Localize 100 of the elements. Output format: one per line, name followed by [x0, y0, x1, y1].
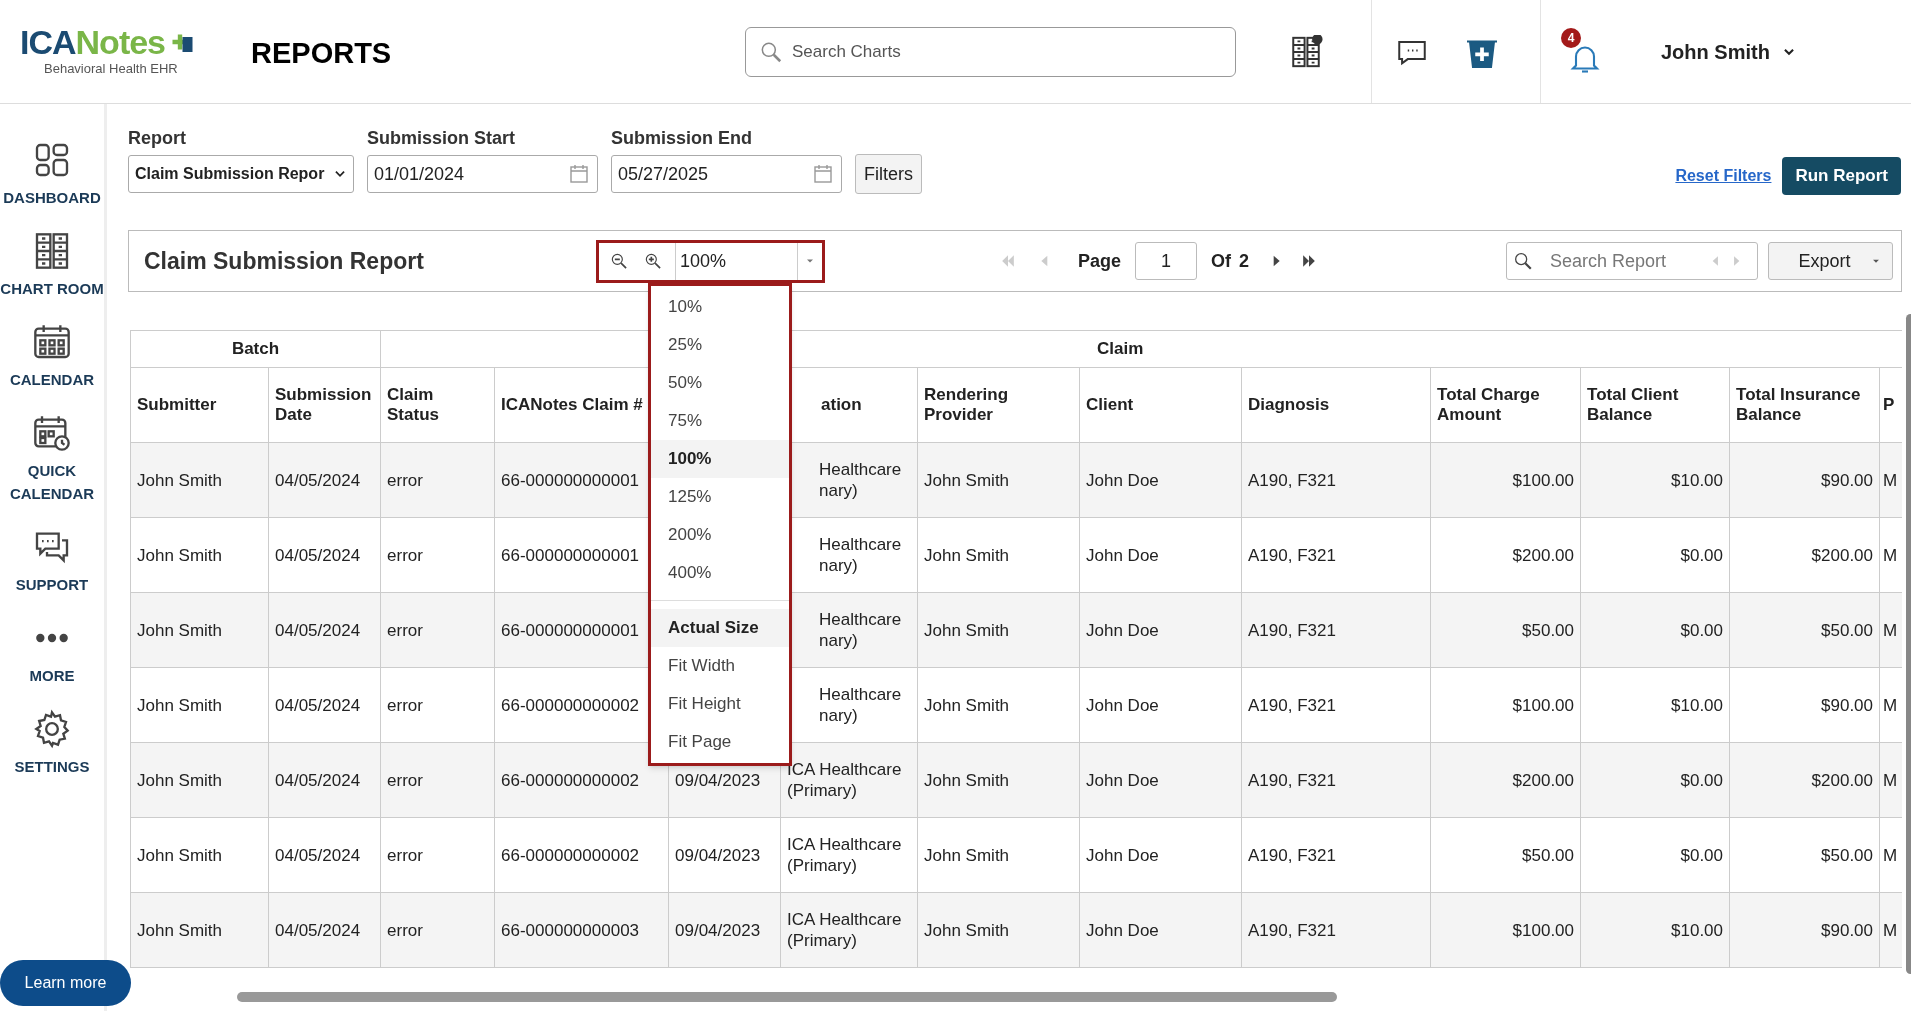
table-cell: John Smith [130, 817, 269, 893]
page-number-field[interactable]: 1 [1135, 242, 1198, 280]
of-label: Of [1211, 249, 1232, 273]
table-cell: error [380, 592, 495, 668]
table-cell: $50.00 [1430, 592, 1581, 668]
table-cell: John Doe [1079, 667, 1242, 743]
table-cell: A190, F321 [1241, 592, 1431, 668]
table-cell: error [380, 817, 495, 893]
table-cell: ICA Healthcare (Primary) [780, 892, 918, 968]
table-cell: John Doe [1079, 817, 1242, 893]
table-cell: A190, F321 [1241, 817, 1431, 893]
column-header: Claim Status [380, 367, 495, 443]
field-label: Submission End [611, 127, 753, 150]
table-cell: $200.00 [1729, 742, 1880, 818]
table-cell: 09/04/2023 [668, 892, 781, 968]
sidebar-item[interactable]: SUPPORT [0, 527, 104, 596]
table-cell: $200.00 [1430, 517, 1581, 593]
table-cell: John Smith [130, 442, 269, 518]
zoom-option[interactable]: 10% [651, 288, 789, 326]
table-cell: $10.00 [1580, 442, 1730, 518]
logo-tagline: Behavioral Health EHR [43, 59, 179, 78]
table-cell: error [380, 442, 495, 518]
table-cell: John Doe [1079, 592, 1242, 668]
table-cell: $0.00 [1580, 742, 1730, 818]
search-report-field[interactable]: Search Report [1550, 243, 1700, 279]
column-header: Submitter [130, 367, 269, 443]
zoom-option[interactable]: 100% [651, 440, 789, 478]
table-cell: $90.00 [1729, 667, 1880, 743]
column-header: Total Insurance Balance [1729, 367, 1880, 443]
table-cell: John Smith [130, 667, 269, 743]
search-box[interactable]: Search Charts [745, 26, 1236, 77]
table-cell: error [380, 742, 495, 818]
settings-icon [32, 709, 72, 749]
horizontal-scrollbar[interactable] [237, 992, 1337, 1002]
table-cell: $200.00 [1729, 517, 1880, 593]
table-cell: 04/05/2024 [268, 517, 381, 593]
sidebar-item[interactable]: DASHBOARD [0, 140, 104, 209]
zoom-option[interactable]: Actual Size [651, 609, 789, 647]
table-cell: 04/05/2024 [268, 442, 381, 518]
table-cell: John Smith [130, 592, 269, 668]
search-icon [1512, 250, 1534, 272]
field-label: Report [128, 127, 187, 150]
run-report-button[interactable]: Run Report [1782, 157, 1901, 195]
more-icon [34, 633, 70, 643]
table-cell: John Smith [917, 817, 1080, 893]
table-cell: 04/05/2024 [268, 742, 381, 818]
table-cell: John Doe [1079, 517, 1242, 593]
page-label: Page [1078, 249, 1122, 273]
notifications-button[interactable]: 4 [1561, 27, 1609, 76]
calendar-clock-icon [32, 413, 72, 453]
table-cell: $50.00 [1729, 817, 1880, 893]
sidebar-item[interactable]: CHART ROOM [0, 231, 104, 300]
table-cell: A190, F321 [1241, 442, 1431, 518]
reset-filters-link[interactable]: Reset Filters [1675, 164, 1772, 188]
sidebar-item[interactable]: QUICK CALENDAR [0, 413, 104, 505]
report-select[interactable]: Claim Submission Repor [128, 155, 354, 193]
search-field[interactable]: Search Charts [792, 27, 1223, 76]
filters-button[interactable]: Filters [855, 154, 922, 194]
table-cell: $90.00 [1729, 892, 1880, 968]
table-cell: John Smith [917, 742, 1080, 818]
table-cell: A190, F321 [1241, 667, 1431, 743]
table-cell: A190, F321 [1241, 517, 1431, 593]
date-field[interactable]: 01/01/2024 [367, 155, 598, 193]
group-header: Claim [1097, 338, 1144, 361]
logo-wordmark: ICANotes [20, 24, 215, 59]
table-cell: $10.00 [1580, 667, 1730, 743]
table-cell: $100.00 [1430, 442, 1581, 518]
field-label: Submission Start [367, 127, 517, 150]
learn-more-button[interactable]: Learn more [0, 960, 131, 1006]
column-header: Client [1079, 367, 1242, 443]
table-cell: error [380, 667, 495, 743]
sidebar-item[interactable]: MORE [0, 618, 104, 687]
page-title: REPORTS [250, 35, 393, 71]
table-cell: 04/05/2024 [268, 817, 381, 893]
table-cell: John Smith [917, 892, 1080, 968]
column-header: Total Client Balance [1580, 367, 1730, 443]
export-button[interactable]: Export [1768, 242, 1893, 280]
table-cell: $0.00 [1580, 517, 1730, 593]
table-cell: error [380, 892, 495, 968]
table-cell: John Smith [130, 517, 269, 593]
date-field[interactable]: 05/27/2025 [611, 155, 842, 193]
column-header: Total Charge Amount [1430, 367, 1581, 443]
table-cell: $200.00 [1430, 742, 1581, 818]
table-cell: $50.00 [1729, 592, 1880, 668]
search-report-box[interactable]: Search Report [1506, 242, 1758, 280]
table-cell: $0.00 [1580, 592, 1730, 668]
table-cell: John Smith [917, 667, 1080, 743]
table-cell: John Smith [917, 592, 1080, 668]
user-menu[interactable]: John Smith [1661, 36, 1796, 67]
calendar-icon [567, 162, 591, 186]
table-cell: John Doe [1079, 892, 1242, 968]
sidebar-item[interactable]: SETTINGS [0, 709, 104, 778]
table-cell: John Smith [130, 742, 269, 818]
table-cell: John Smith [130, 892, 269, 968]
calendar-icon [811, 162, 835, 186]
sidebar-item[interactable]: CALENDAR [0, 322, 104, 391]
table-cell: $100.00 [1430, 892, 1581, 968]
page-count: 2 [1239, 249, 1250, 273]
zoom-out-icon [609, 251, 629, 271]
zoom-option[interactable]: 25% [651, 326, 789, 364]
